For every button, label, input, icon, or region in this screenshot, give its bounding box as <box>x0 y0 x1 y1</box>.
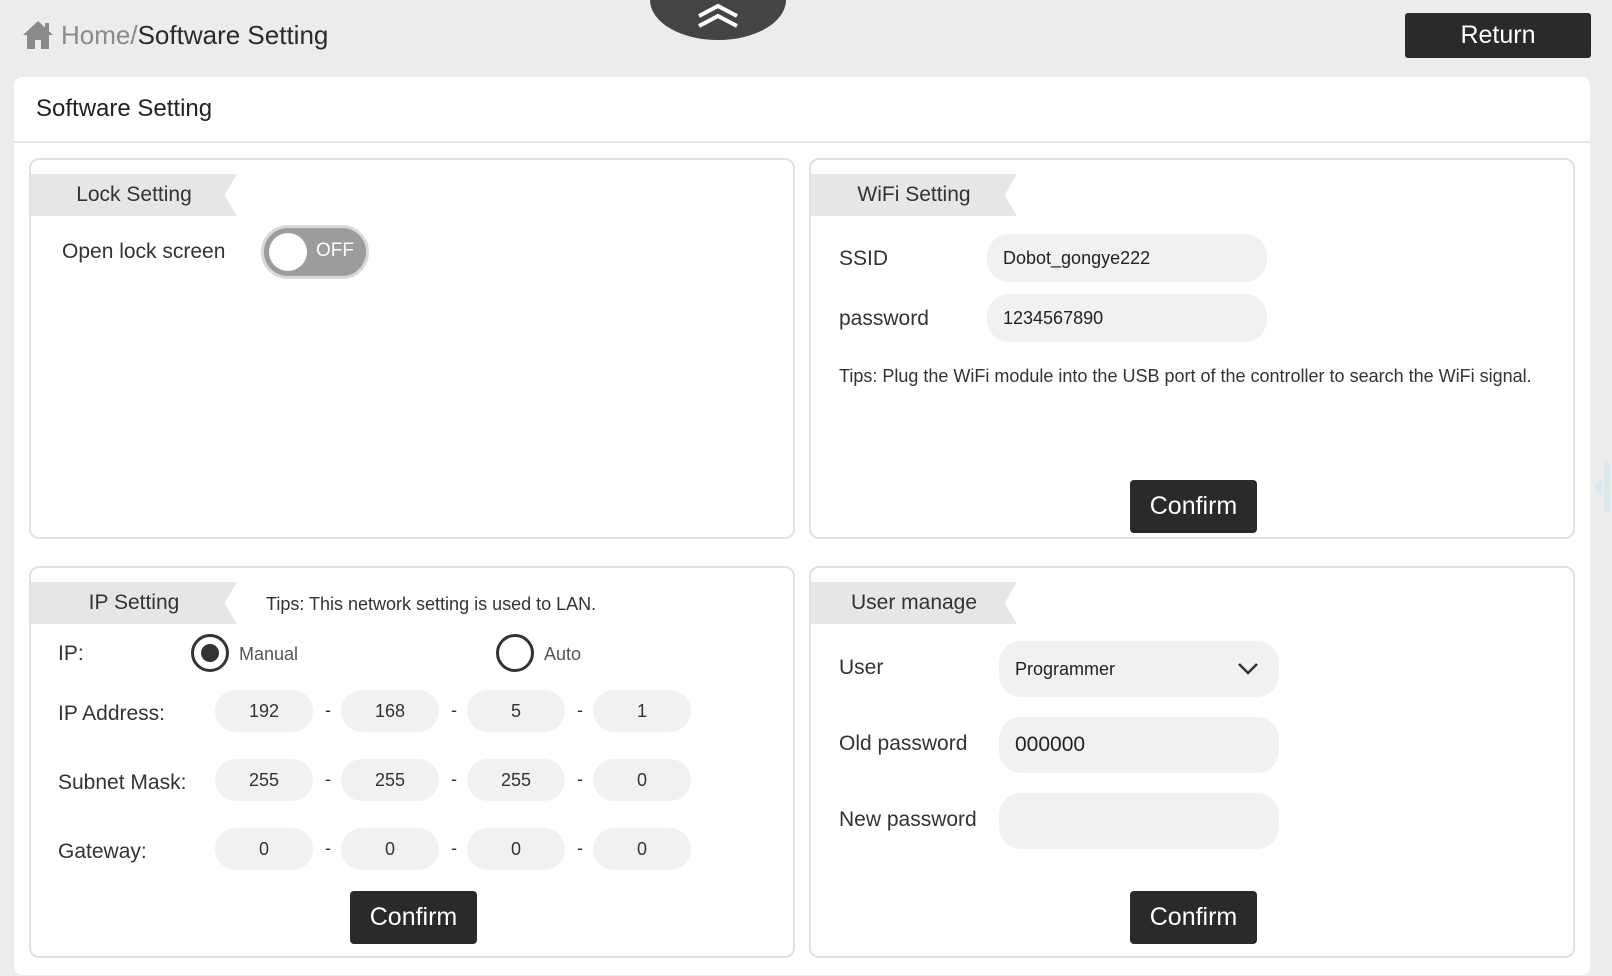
toggle-knob <box>269 233 307 271</box>
lock-setting-card: Lock Setting Open lock screen OFF <box>29 158 795 539</box>
user-confirm-button[interactable]: Confirm <box>1130 891 1257 944</box>
new-password-input[interactable] <box>999 793 1279 849</box>
breadcrumb: Home / Software Setting <box>21 18 328 52</box>
main-panel: Software Setting Lock Setting Open lock … <box>14 77 1590 975</box>
return-button[interactable]: Return <box>1405 13 1591 58</box>
ip-address-octet-4[interactable]: 1 <box>593 690 691 732</box>
gateway-octet-1[interactable]: 0 <box>215 828 313 870</box>
ip-tips: Tips: This network setting is used to LA… <box>266 594 597 614</box>
toggle-state-label: OFF <box>316 240 354 261</box>
subnet-mask-octet-3[interactable]: 255 <box>467 759 565 801</box>
wifi-password-input[interactable]: 1234567890 <box>987 294 1267 342</box>
chevron-down-icon <box>1238 663 1258 675</box>
gateway-octet-3[interactable]: 0 <box>467 828 565 870</box>
auto-radio-label[interactable]: Auto <box>544 644 581 665</box>
ip-address-octet-1[interactable]: 192 <box>215 690 313 732</box>
gateway-octet-4[interactable]: 0 <box>593 828 691 870</box>
top-bar: Home / Software Setting Return <box>0 0 1612 74</box>
old-password-label: Old password <box>839 732 968 755</box>
auto-radio[interactable] <box>496 634 534 672</box>
side-drawer-handle-icon[interactable] <box>1590 462 1612 512</box>
lock-setting-tab: Lock Setting <box>31 174 237 216</box>
manual-radio-label[interactable]: Manual <box>239 644 298 665</box>
ip-separator: - <box>451 769 457 789</box>
user-select-value: Programmer <box>1015 658 1116 679</box>
wifi-setting-card: WiFi Setting SSID Dobot_gongye222 passwo… <box>809 158 1575 539</box>
subnet-mask-label: Subnet Mask: <box>58 771 187 794</box>
subnet-mask-octet-4[interactable]: 0 <box>593 759 691 801</box>
breadcrumb-home[interactable]: Home <box>61 20 130 51</box>
breadcrumb-current: Software Setting <box>137 19 329 50</box>
ip-separator: - <box>451 700 457 720</box>
ip-address-octet-2[interactable]: 168 <box>341 690 439 732</box>
page-title: Software Setting <box>36 95 213 122</box>
user-label: User <box>839 656 884 679</box>
user-manage-card: User manage User Programmer Old password… <box>809 566 1575 958</box>
collapse-tab[interactable] <box>650 0 786 40</box>
ssid-input[interactable]: Dobot_gongye222 <box>987 234 1267 282</box>
ip-setting-card: IP Setting Tips: This network setting is… <box>29 566 795 958</box>
subnet-mask-octet-1[interactable]: 255 <box>215 759 313 801</box>
ip-separator: - <box>325 700 331 720</box>
user-select[interactable]: Programmer <box>999 641 1279 697</box>
wifi-password-label: password <box>839 307 929 330</box>
home-icon[interactable] <box>21 18 55 52</box>
ip-address-octet-3[interactable]: 5 <box>467 690 565 732</box>
old-password-input[interactable]: 000000 <box>999 717 1279 773</box>
subnet-mask-octet-2[interactable]: 255 <box>341 759 439 801</box>
main-header: Software Setting <box>14 77 1590 143</box>
open-lock-screen-label: Open lock screen <box>62 240 226 263</box>
wifi-setting-tab: WiFi Setting <box>811 174 1017 216</box>
gateway-label: Gateway: <box>58 840 147 863</box>
ip-separator: - <box>577 838 583 858</box>
gateway-octet-2[interactable]: 0 <box>341 828 439 870</box>
ip-separator: - <box>325 838 331 858</box>
user-manage-tab: User manage <box>811 582 1017 624</box>
ip-separator: - <box>577 700 583 720</box>
manual-radio[interactable] <box>191 634 229 672</box>
ip-separator: - <box>325 769 331 789</box>
ip-separator: - <box>577 769 583 789</box>
radio-selected-dot <box>201 644 219 662</box>
new-password-label: New password <box>839 808 977 831</box>
ip-mode-label: IP: <box>58 642 84 665</box>
double-chevron-up-icon <box>698 3 738 28</box>
ssid-label: SSID <box>839 247 889 270</box>
lock-screen-toggle[interactable]: OFF <box>261 225 369 279</box>
ip-confirm-button[interactable]: Confirm <box>350 891 477 944</box>
ip-address-label: IP Address: <box>58 702 166 725</box>
wifi-tips: Tips: Plug the WiFi module into the USB … <box>839 366 1532 386</box>
ip-separator: - <box>451 838 457 858</box>
breadcrumb-separator: / <box>130 19 138 50</box>
wifi-confirm-button[interactable]: Confirm <box>1130 480 1257 533</box>
ip-setting-tab: IP Setting <box>31 582 237 624</box>
